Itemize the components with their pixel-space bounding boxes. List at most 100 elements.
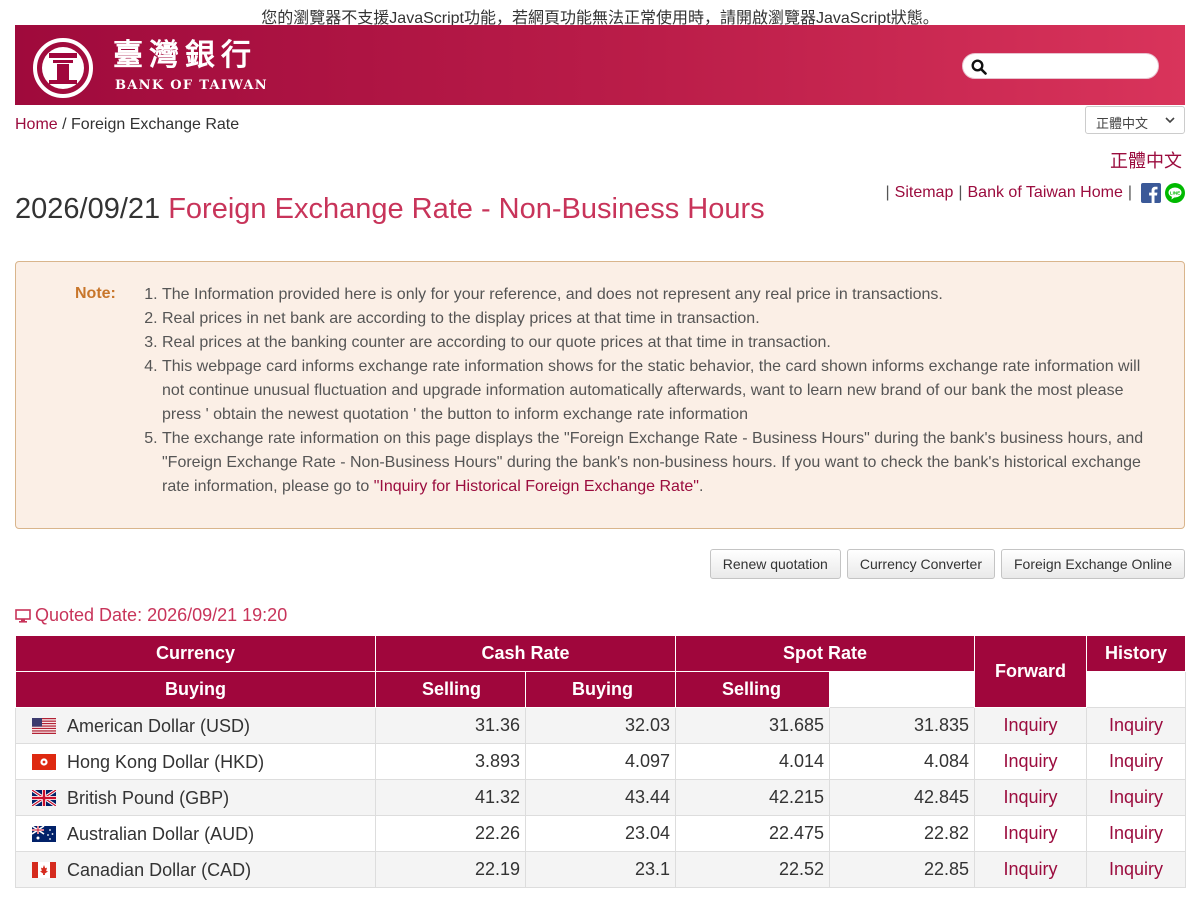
spot-selling-value: 31.835 [829,707,975,744]
spot-selling-value: 42.845 [829,779,975,816]
currency-name: Hong Kong Dollar (HKD) [67,751,265,772]
search-icon[interactable] [971,59,987,75]
cash-selling-value: 23.04 [525,815,676,852]
note-item-text: . [698,478,704,495]
us-flag-icon [32,717,56,734]
table-row: Hong Kong Dollar (HKD) 3.893 4.097 4.014… [15,743,1186,780]
header-cash-selling: Selling [375,671,526,708]
spot-buying-value: 42.215 [675,779,830,816]
currency-cell: Hong Kong Dollar (HKD) [15,743,376,780]
note-label: Note: [75,285,116,302]
table-row: American Dollar (USD) 31.36 32.03 31.685… [15,707,1186,744]
action-buttons: Renew quotation Currency Converter Forei… [709,549,1185,579]
page-title-date: 2026/09/21 [15,193,161,225]
spot-buying-value: 22.475 [675,815,830,852]
currency-converter-button[interactable]: Currency Converter [846,549,995,579]
svg-text:LINE: LINE [1170,190,1180,195]
table-row: British Pound (GBP) 41.32 43.44 42.215 4… [15,779,1186,816]
logo-chinese-name: 臺灣銀行 [113,38,257,73]
forward-inquiry-link[interactable]: Inquiry [974,815,1087,852]
currency-name: Canadian Dollar (CAD) [67,859,252,880]
spot-buying-value: 31.685 [675,707,830,744]
link-separator: | [958,184,963,201]
forward-inquiry-link[interactable]: Inquiry [974,779,1087,816]
top-links: | Sitemap | Bank of Taiwan Home | LINE [880,183,1185,203]
table-row: Canadian Dollar (CAD) 22.19 23.1 22.52 2… [15,851,1186,888]
spot-buying-value: 4.014 [675,743,830,780]
forward-inquiry-link[interactable]: Inquiry [974,743,1087,780]
spot-selling-value: 22.85 [829,851,975,888]
currency-cell: Canadian Dollar (CAD) [15,851,376,888]
header-cash-rate: Cash Rate [375,635,676,672]
currency-name: American Dollar (USD) [67,715,251,736]
note-list: The Information provided here is only fo… [133,283,1153,499]
bank-home-link[interactable]: Bank of Taiwan Home [968,184,1123,202]
chevron-down-icon [1165,117,1175,124]
quoted-date: Quoted Date: 2026/09/21 19:20 [15,605,287,626]
spot-selling-value: 22.82 [829,815,975,852]
cash-buying-value: 22.19 [375,851,526,888]
note-item: Real prices at the banking counter are a… [162,331,1153,355]
header-spot-rate: Spot Rate [675,635,975,672]
forward-inquiry-link[interactable]: Inquiry [974,851,1087,888]
note-item: This webpage card informs exchange rate … [162,355,1153,427]
spot-selling-value: 4.084 [829,743,975,780]
gb-flag-icon [32,789,56,806]
bank-logo-icon[interactable] [33,38,93,98]
renew-quotation-button[interactable]: Renew quotation [709,549,841,579]
currency-name: Australian Dollar (AUD) [67,823,255,844]
header-currency: Currency [15,635,376,672]
facebook-icon[interactable] [1141,183,1161,203]
cash-buying-value: 41.32 [375,779,526,816]
currency-cell: Australian Dollar (AUD) [15,815,376,852]
language-select-value: 正體中文 [1096,116,1149,131]
link-separator: | [1127,184,1132,201]
header-forward: Forward [974,635,1087,708]
language-link[interactable]: 正體中文 [1110,147,1182,173]
cash-buying-value: 22.26 [375,815,526,852]
hk-flag-icon [32,753,56,770]
breadcrumb-current: Foreign Exchange Rate [71,116,240,133]
history-inquiry-link[interactable]: Inquiry [1086,779,1186,816]
link-separator: | [885,184,890,201]
cash-selling-value: 43.44 [525,779,676,816]
header-spot-selling: Selling [675,671,830,708]
table-row: Australian Dollar (AUD) 22.26 23.04 22.4… [15,815,1186,852]
history-inquiry-link[interactable]: Inquiry [1086,707,1186,744]
note-box: Note: The Information provided here is o… [15,261,1185,529]
breadcrumb-separator: / [57,116,72,133]
spot-buying-value: 22.52 [675,851,830,888]
breadcrumb-home-link[interactable]: Home [15,116,58,133]
header-cash-buying: Buying [15,671,376,708]
sitemap-link[interactable]: Sitemap [895,184,954,202]
note-item: Real prices in net bank are according to… [162,307,1153,331]
monitor-icon [15,608,31,623]
history-inquiry-link[interactable]: Inquiry [1086,815,1186,852]
logo-english-name: BANK OF TAIWAN [115,78,268,93]
note-item: The Information provided here is only fo… [162,283,1153,307]
page-title-text: Foreign Exchange Rate - Non-Business Hou… [168,193,765,225]
exchange-rate-table: Currency Cash Rate Spot Rate Forward His… [15,635,1186,888]
historical-rate-link[interactable]: "Inquiry for Historical Foreign Exchange… [374,478,699,495]
site-header: 臺灣銀行 BANK OF TAIWAN [15,25,1185,105]
header-history: History [1086,635,1186,672]
cash-buying-value: 31.36 [375,707,526,744]
cash-selling-value: 32.03 [525,707,676,744]
history-inquiry-link[interactable]: Inquiry [1086,743,1186,780]
currency-name: British Pound (GBP) [67,787,230,808]
au-flag-icon [32,825,56,842]
currency-cell: British Pound (GBP) [15,779,376,816]
note-item: The exchange rate information on this pa… [162,427,1153,499]
foreign-exchange-online-button[interactable]: Foreign Exchange Online [1001,549,1185,579]
currency-cell: American Dollar (USD) [15,707,376,744]
line-icon[interactable]: LINE [1165,183,1185,203]
language-select[interactable]: 正體中文 [1085,106,1185,134]
header-blank-cell [829,671,975,708]
search-input[interactable] [993,57,1148,77]
breadcrumb: Home / Foreign Exchange Rate [15,116,239,134]
forward-inquiry-link[interactable]: Inquiry [974,707,1087,744]
quoted-date-text: Quoted Date: 2026/09/21 19:20 [35,605,288,625]
search-box [962,53,1159,79]
history-inquiry-link[interactable]: Inquiry [1086,851,1186,888]
cash-selling-value: 4.097 [525,743,676,780]
